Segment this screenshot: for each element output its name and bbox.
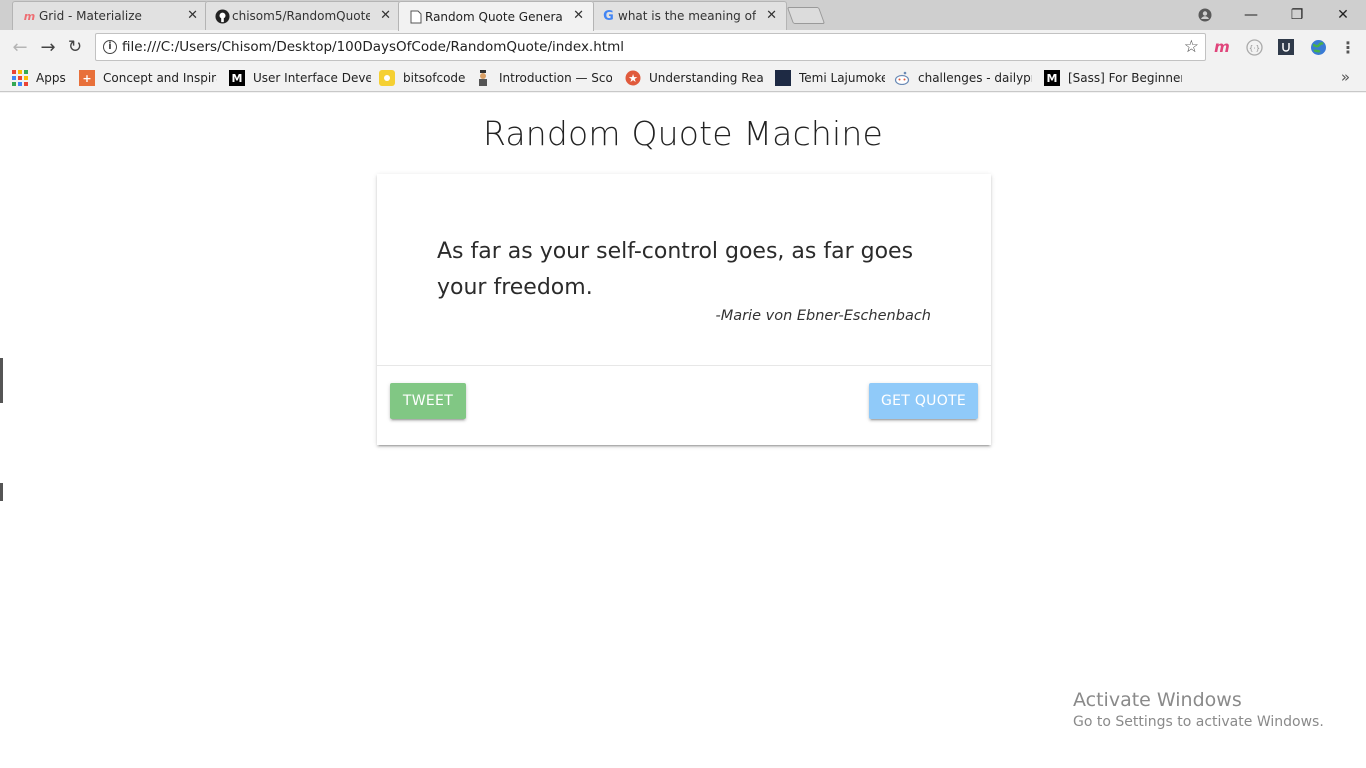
bookmarks-bar: Apps + Concept and Inspirat M User Inter…	[0, 64, 1366, 92]
watermark-title: Activate Windows	[1073, 689, 1242, 711]
shield-extension-icon[interactable]	[1277, 38, 1295, 56]
svg-text:★: ★	[628, 72, 638, 85]
tab-label: Grid - Materialize	[39, 9, 142, 23]
close-icon[interactable]: ✕	[187, 8, 198, 23]
tab-label: Random Quote Generator	[425, 9, 563, 24]
window-close-button[interactable]: ✕	[1320, 0, 1366, 30]
activate-windows-watermark: Activate Windows Go to Settings to activ…	[1073, 689, 1324, 730]
url-text[interactable]: file:///C:/Users/Chisom/Desktop/100DaysO…	[122, 39, 624, 55]
m-extension-icon[interactable]: m	[1213, 38, 1231, 56]
close-icon[interactable]: ✕	[573, 8, 584, 23]
bookmark-understanding-react[interactable]: ★ Understanding Reac	[625, 70, 763, 86]
medium-m-icon: M	[1044, 70, 1060, 86]
person-icon	[475, 70, 491, 86]
github-icon	[215, 9, 230, 24]
apps-grid-icon	[12, 70, 28, 86]
bookmark-temi-lajumoke[interactable]: Temi Lajumoke	[775, 70, 885, 86]
page-icon	[408, 9, 423, 24]
medium-m-icon: M	[229, 70, 245, 86]
tab-materialize[interactable]: m Grid - Materialize ✕	[12, 1, 208, 30]
close-icon[interactable]: ✕	[380, 8, 391, 23]
tab-label: what is the meaning of js	[618, 9, 756, 23]
plus-square-icon: +	[79, 70, 95, 86]
page-viewport: Random Quote Machine As far as your self…	[0, 93, 1366, 768]
tweet-button[interactable]: TWEET	[390, 383, 466, 419]
bookmark-apps[interactable]: Apps	[12, 70, 72, 86]
restore-button[interactable]: ❐	[1274, 0, 1320, 30]
tab-strip: m Grid - Materialize ✕ chisom5/RandomQuo…	[0, 0, 1366, 31]
svg-text:{·}: {·}	[1248, 44, 1259, 52]
tab-google-search[interactable]: G what is the meaning of js ✕	[591, 1, 787, 30]
bookmark-sass-beginners[interactable]: M [Sass] For Beginners	[1044, 70, 1182, 86]
watermark-subtitle: Go to Settings to activate Windows.	[1073, 714, 1324, 730]
address-bar[interactable]: i file:///C:/Users/Chisom/Desktop/100Day…	[95, 33, 1206, 61]
star-badge-icon: ★	[625, 70, 641, 86]
bookmark-user-interface[interactable]: M User Interface Devel	[229, 70, 371, 86]
forward-arrow-icon[interactable]: →	[36, 36, 60, 58]
google-icon: G	[603, 9, 614, 24]
reload-icon[interactable]: ↻	[63, 36, 87, 58]
back-arrow-icon[interactable]: ←	[8, 36, 32, 58]
left-edge-marker	[0, 358, 3, 403]
browser-toolbar: ← → ↻ i file:///C:/Users/Chisom/Desktop/…	[0, 30, 1366, 64]
bookmark-star-icon[interactable]: ☆	[1184, 37, 1199, 57]
new-tab-button[interactable]	[786, 7, 826, 24]
menu-dots-icon[interactable]: ⋮	[1339, 38, 1357, 57]
bitsofcode-icon	[379, 70, 395, 86]
bookmark-bitsofcode[interactable]: bitsofcode	[379, 70, 469, 86]
bookmark-concept-inspiration[interactable]: + Concept and Inspirat	[79, 70, 217, 86]
tab-random-quote[interactable]: Random Quote Generator ✕	[398, 1, 594, 31]
globe-extension-icon[interactable]	[1309, 38, 1327, 56]
left-edge-marker	[0, 483, 3, 501]
get-quote-button[interactable]: GET QUOTE	[869, 383, 978, 419]
page-title: Random Quote Machine	[482, 114, 884, 153]
bookmark-introduction[interactable]: Introduction — Scot	[475, 70, 612, 86]
tab-github[interactable]: chisom5/RandomQuote ✕	[205, 1, 401, 30]
quote-card-content: As far as your self-control goes, as far…	[377, 174, 991, 366]
quote-card: As far as your self-control goes, as far…	[377, 174, 991, 445]
materialize-logo-icon: m	[23, 10, 36, 23]
quote-author: -Marie von Ebner-Eschenbach	[715, 308, 931, 324]
chevron-double-right-icon[interactable]: »	[1341, 68, 1350, 86]
reddit-icon	[894, 70, 910, 86]
bookmark-challenges[interactable]: challenges - dailypro	[894, 70, 1032, 86]
tab-label: chisom5/RandomQuote	[232, 9, 370, 23]
minimize-button[interactable]: —	[1228, 0, 1274, 30]
info-icon[interactable]: i	[103, 40, 117, 54]
quote-text: As far as your self-control goes, as far…	[437, 239, 914, 300]
blog-icon	[775, 70, 791, 86]
profile-icon[interactable]	[1182, 0, 1228, 30]
code-extension-icon[interactable]: {·}	[1245, 38, 1263, 56]
browser-chrome: m Grid - Materialize ✕ chisom5/RandomQuo…	[0, 0, 1366, 93]
close-icon[interactable]: ✕	[766, 8, 777, 23]
